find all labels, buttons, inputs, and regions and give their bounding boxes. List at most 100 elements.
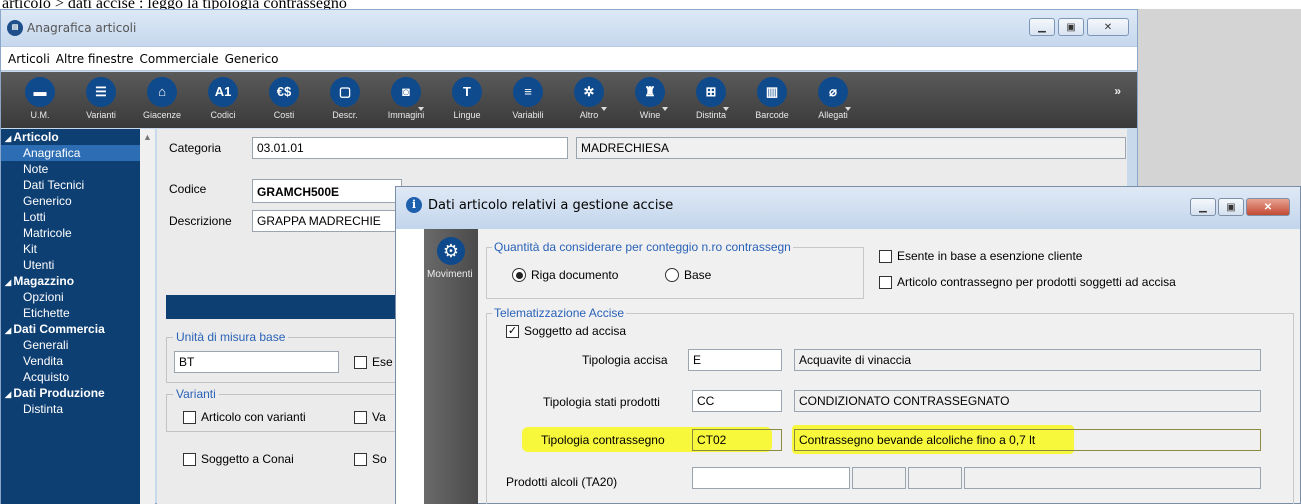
tipologia-contrassegno-label: Tipologia contrassegno — [541, 433, 665, 447]
toolbar-button[interactable]: ☰ Varianti — [71, 77, 131, 120]
unita-field[interactable]: BT — [174, 351, 339, 373]
sidebar-label: Note — [23, 162, 49, 176]
toolbar-button[interactable]: ≡ Variabili — [498, 77, 558, 120]
stati-prodotti-label: Tipologia stati prodotti — [543, 395, 660, 409]
tipologia-accisa-description: Acquavite di vinaccia — [794, 349, 1261, 371]
so-checkbox[interactable]: So — [354, 452, 387, 466]
menu-articoli[interactable]: Articoli — [8, 52, 50, 66]
articolo-contrassegno-checkbox[interactable]: Articolo contrassegno per prodotti sogge… — [879, 275, 1176, 289]
sidebar-item[interactable]: Opzioni — [1, 289, 155, 305]
tipologia-contrassegno-description: Contrassegno bevande alcoliche fino a 0,… — [794, 429, 1261, 451]
accise-dialog: i Dati articolo relativi a gestione acci… — [395, 186, 1301, 504]
languages-icon: T — [452, 77, 482, 107]
dropdown-caret-icon[interactable] — [723, 107, 729, 111]
sidebar-label: Generico — [23, 194, 72, 208]
maximize-button[interactable]: ▣ — [1058, 18, 1084, 36]
toolbar-label: Lingue — [453, 110, 481, 120]
sidebar-group[interactable]: ◢ Articolo — [1, 129, 155, 145]
codice-label: Codice — [169, 182, 207, 196]
movimenti-label: Movimenti — [427, 269, 473, 280]
descrizione-field[interactable]: GRAPPA MADRECHIE — [252, 210, 402, 232]
toolbar-button[interactable]: ⌂ Giacenze — [132, 77, 192, 120]
menu-commerciale[interactable]: Commerciale — [139, 52, 218, 66]
sidebar-scrollbar[interactable]: ▲ — [140, 129, 155, 504]
app-icon: ▤ — [7, 20, 23, 36]
prodotti-alcoli-field[interactable] — [692, 467, 850, 489]
sidebar-item[interactable]: Lotti — [1, 209, 155, 225]
toolbar-label: Wine — [639, 110, 661, 120]
sidebar-label: Distinta — [23, 402, 64, 416]
dialog-titlebar[interactable]: i Dati articolo relativi a gestione acci… — [396, 187, 1300, 229]
toolbar-button[interactable]: ⊞ Distinta — [681, 77, 741, 120]
menu-bar: Articoli Altre finestre Commerciale Generic… — [1, 46, 1137, 71]
toolbar-more-icon[interactable]: » — [1114, 84, 1121, 98]
sidebar-label: Opzioni — [23, 290, 64, 304]
sidebar-label: Magazzino — [13, 274, 75, 288]
dropdown-caret-icon[interactable] — [845, 107, 851, 111]
esente-checkbox[interactable]: Esente in base a esenzione cliente — [879, 249, 1082, 263]
main-titlebar[interactable]: ▤ Anagrafica articoli ▁ ▣ ✕ — [1, 10, 1137, 46]
toolbar-label: Distinta — [695, 110, 726, 120]
categoria-field[interactable]: 03.01.01 — [252, 137, 568, 159]
stati-prodotti-code-field[interactable]: CC — [692, 390, 782, 412]
info-icon: i — [406, 197, 422, 213]
dialog-close-button[interactable]: ✕ — [1246, 198, 1290, 216]
menu-altre-finestre[interactable]: Altre finestre — [56, 52, 134, 66]
scroll-up-icon[interactable]: ▲ — [143, 132, 152, 142]
sidebar-item[interactable]: Etichette — [1, 305, 155, 321]
unita-checkbox[interactable]: Ese — [354, 355, 393, 369]
tipologia-accisa-code-field[interactable]: E — [688, 349, 782, 371]
radio-riga-documento[interactable]: Riga documento — [512, 268, 618, 282]
toolbar-button[interactable]: €$ Costi — [254, 77, 314, 120]
sidebar-label: Etichette — [23, 306, 70, 320]
toolbar-button[interactable]: ✲ Altro — [559, 77, 619, 120]
sidebar-item[interactable]: Distinta — [1, 401, 155, 417]
toolbar-label: U.M. — [30, 110, 50, 120]
menu-generico[interactable]: Generico — [225, 52, 279, 66]
va-checkbox[interactable]: Va — [354, 410, 386, 424]
close-button[interactable]: ✕ — [1087, 18, 1129, 36]
sidebar-group[interactable]: ◢ Dati Commercia — [1, 321, 155, 337]
minimize-button[interactable]: ▁ — [1029, 18, 1055, 36]
dialog-minimize-button[interactable]: ▁ — [1190, 198, 1216, 216]
toolbar-button[interactable]: ◙ Immagini — [376, 77, 436, 120]
codice-field[interactable]: GRAMCH500E — [252, 179, 402, 203]
sidebar-item[interactable]: Note — [1, 161, 155, 177]
soggetto-accisa-checkbox[interactable]: ✓ Soggetto ad accisa — [506, 324, 626, 338]
toolbar-button[interactable]: ▬ U.M. — [10, 77, 70, 120]
sidebar-item[interactable]: Acquisto — [1, 369, 155, 385]
sidebar-label: Dati Commercia — [13, 322, 105, 336]
dropdown-caret-icon[interactable] — [601, 107, 607, 111]
radio-base[interactable]: Base — [665, 268, 711, 282]
sidebar-item[interactable]: Dati Tecnici — [1, 177, 155, 193]
toolbar-button[interactable]: ▥ Barcode — [742, 77, 802, 120]
images-icon: ◙ — [391, 77, 421, 107]
sidebar-item[interactable]: Kit — [1, 241, 155, 257]
movimenti-side-button[interactable]: ⚙ Movimenti — [424, 229, 478, 504]
sidebar-group[interactable]: ◢ Magazzino — [1, 273, 155, 289]
toolbar-button[interactable]: ▢ Descr. — [315, 77, 375, 120]
sidebar-group[interactable]: ◢ Dati Produzione — [1, 385, 155, 401]
dropdown-caret-icon[interactable] — [662, 107, 668, 111]
sidebar-item[interactable]: Matricole — [1, 225, 155, 241]
sidebar-item[interactable]: Anagrafica — [1, 145, 155, 161]
dropdown-caret-icon[interactable] — [418, 107, 424, 111]
toolbar-button[interactable]: T Lingue — [437, 77, 497, 120]
minimize-icon: ▁ — [1199, 201, 1207, 213]
ruler-icon: ▬ — [25, 77, 55, 107]
sidebar-label: Lotti — [23, 210, 46, 224]
varianti-group-title: Varianti — [173, 387, 219, 401]
toolbar-button[interactable]: A1 Codici — [193, 77, 253, 120]
toolbar-button[interactable]: ♜ Wine — [620, 77, 680, 120]
tipologia-contrassegno-code-field[interactable]: CT02 — [692, 429, 782, 451]
sidebar-item[interactable]: Vendita — [1, 353, 155, 369]
conai-checkbox[interactable]: Soggetto a Conai — [183, 452, 294, 466]
sidebar-label: Dati Tecnici — [23, 178, 85, 192]
sidebar-item[interactable]: Generico — [1, 193, 155, 209]
toolbar-button[interactable]: ⌀ Allegati — [803, 77, 863, 120]
sidebar-item[interactable]: Generali — [1, 337, 155, 353]
articolo-varianti-checkbox[interactable]: Articolo con varianti — [183, 410, 306, 424]
categoria-description: MADRECHIESA — [576, 137, 1126, 159]
sidebar-item[interactable]: Utenti — [1, 257, 155, 273]
dialog-maximize-button[interactable]: ▣ — [1218, 198, 1244, 216]
